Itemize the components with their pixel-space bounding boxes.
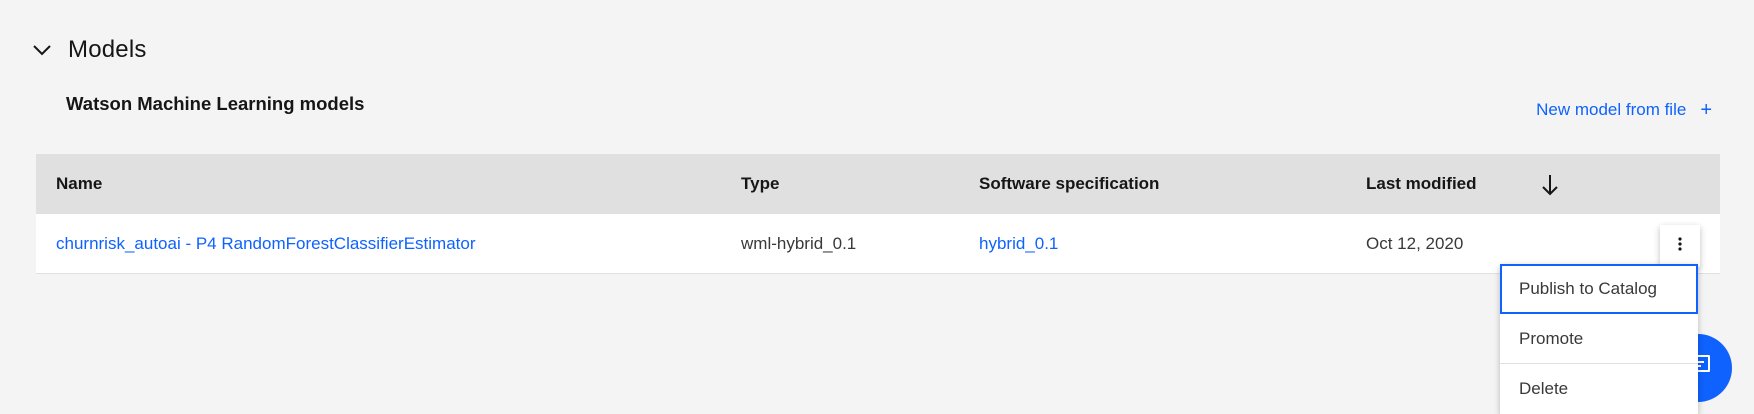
- column-header-last-modified[interactable]: Last modified: [1366, 174, 1477, 194]
- software-spec-link[interactable]: hybrid_0.1: [979, 234, 1058, 254]
- last-modified: Oct 12, 2020: [1366, 233, 1464, 253]
- arrow-down-icon[interactable]: [1540, 174, 1560, 201]
- new-model-from-file-link[interactable]: New model from file +: [1536, 100, 1712, 120]
- table-row: churnrisk_autoai - P4 RandomForestClassi…: [36, 214, 1720, 274]
- overflow-menu-vertical-icon: [1678, 236, 1682, 256]
- add-icon: +: [1700, 99, 1712, 121]
- chevron-down-icon: [30, 38, 54, 62]
- model-name-link[interactable]: churnrisk_autoai - P4 RandomForestClassi…: [56, 234, 476, 254]
- section-title: Models: [68, 36, 147, 63]
- menu-item-delete[interactable]: Delete: [1500, 364, 1698, 414]
- column-header-type[interactable]: Type: [741, 174, 779, 194]
- menu-item-publish-to-catalog[interactable]: Publish to Catalog: [1500, 264, 1698, 314]
- models-section-toggle[interactable]: Models: [30, 36, 147, 64]
- overflow-menu-button[interactable]: [1660, 225, 1700, 267]
- menu-item-promote[interactable]: Promote: [1500, 314, 1698, 364]
- subsection-title: Watson Machine Learning models: [66, 93, 365, 114]
- overflow-menu: Publish to Catalog Promote Delete: [1500, 264, 1698, 414]
- column-header-name[interactable]: Name: [56, 174, 102, 194]
- model-type: wml-hybrid_0.1: [741, 233, 857, 253]
- models-table: Name Type Software specification Last mo…: [36, 154, 1720, 274]
- column-header-software-specification[interactable]: Software specification: [979, 174, 1159, 194]
- new-model-label: New model from file: [1536, 100, 1687, 119]
- table-header-row: Name Type Software specification Last mo…: [36, 154, 1720, 214]
